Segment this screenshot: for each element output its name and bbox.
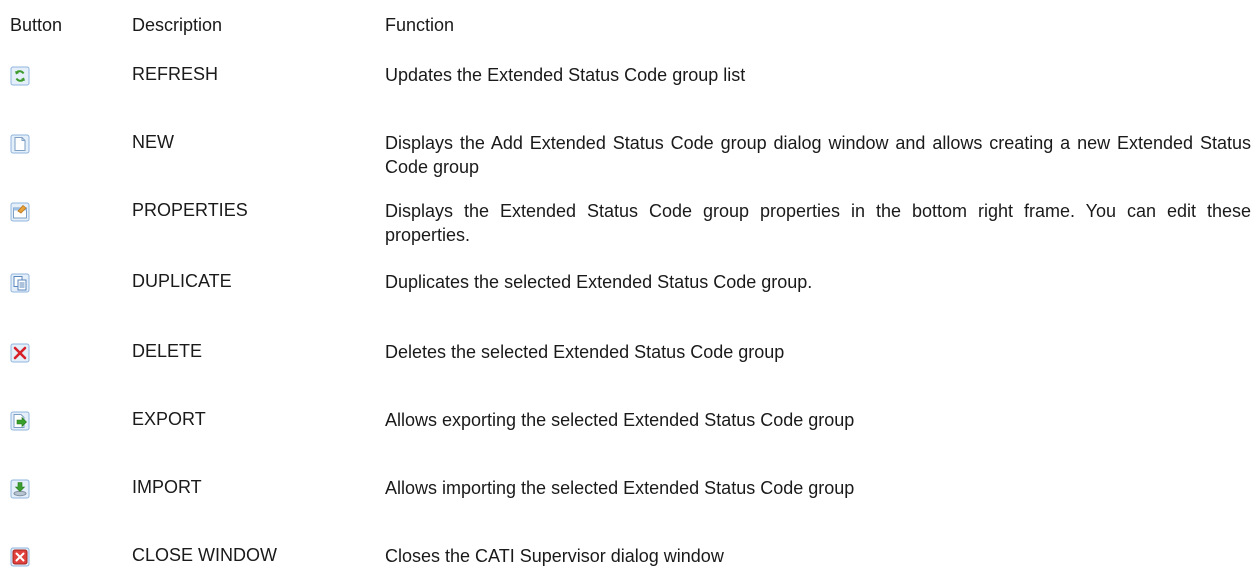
row-function: Displays the Extended Status Code group …	[385, 201, 1251, 245]
close-window-icon	[10, 547, 30, 567]
duplicate-icon	[10, 273, 30, 293]
delete-icon	[10, 343, 30, 363]
row-function: Updates the Extended Status Code group l…	[385, 65, 746, 85]
row-description: CLOSE WINDOW	[132, 545, 278, 565]
header-button: Button	[10, 15, 63, 35]
header-function: Function	[385, 15, 455, 35]
row-description: EXPORT	[132, 409, 206, 429]
row-description: DELETE	[132, 341, 203, 361]
row-description: IMPORT	[132, 477, 202, 497]
row-description: NEW	[132, 132, 174, 152]
row-description: DUPLICATE	[132, 271, 232, 291]
new-document-icon	[10, 134, 30, 154]
row-description: PROPERTIES	[132, 200, 248, 220]
refresh-icon	[10, 66, 30, 86]
row-function: Closes the CATI Supervisor dialog window	[385, 546, 724, 566]
import-icon	[10, 479, 30, 499]
row-function: Allows exporting the selected Extended S…	[385, 410, 855, 430]
row-function: Allows importing the selected Extended S…	[385, 478, 855, 498]
export-icon	[10, 411, 30, 431]
row-description: REFRESH	[132, 64, 219, 84]
properties-icon	[10, 202, 30, 222]
row-function: Duplicates the selected Extended Status …	[385, 272, 813, 292]
row-function: Displays the Add Extended Status Code gr…	[385, 133, 1251, 177]
row-function: Deletes the selected Extended Status Cod…	[385, 342, 785, 362]
header-description: Description	[132, 15, 223, 35]
